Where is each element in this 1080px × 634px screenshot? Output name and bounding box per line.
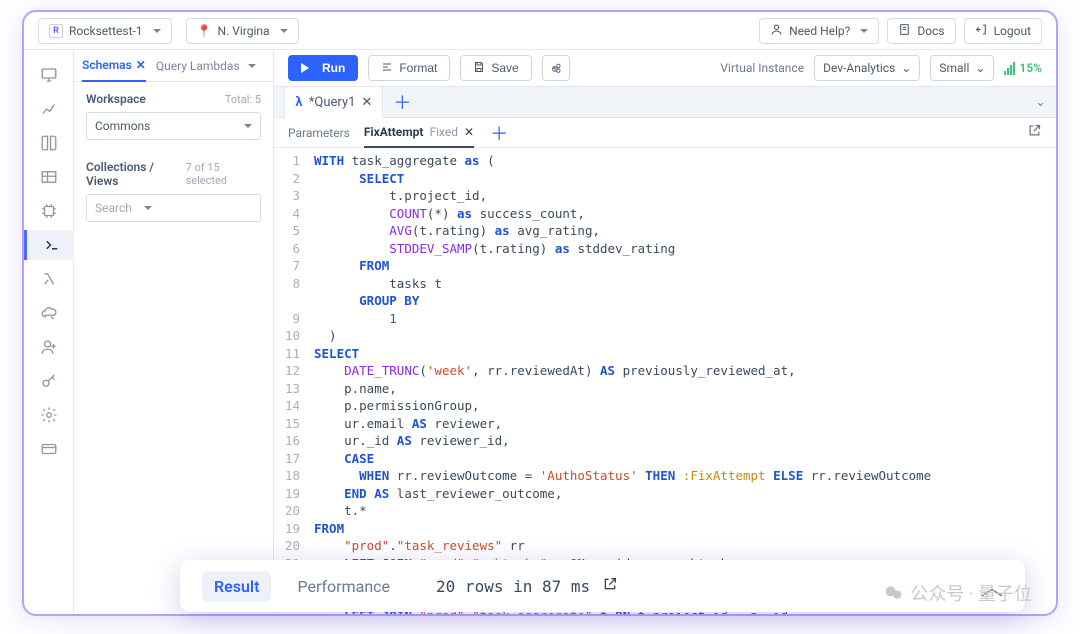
usage-indicator: 15%	[1004, 61, 1042, 75]
docs-label: Docs	[917, 24, 944, 38]
rail-billing-icon[interactable]	[34, 434, 64, 464]
rail-terminal-icon[interactable]	[24, 230, 74, 260]
rail-monitor-icon[interactable]	[34, 60, 64, 90]
rail-cpu-icon[interactable]	[34, 196, 64, 226]
search-placeholder: Search	[95, 201, 132, 215]
share-button[interactable]	[542, 55, 570, 81]
region-selector[interactable]: 📍 N. Virgina	[186, 18, 299, 44]
signal-icon	[1004, 62, 1015, 75]
workspace-value: Commons	[95, 119, 150, 133]
save-label: Save	[491, 61, 518, 75]
format-button[interactable]: Format	[368, 55, 450, 81]
region-name: N. Virgina	[218, 24, 270, 38]
chevron-down-icon: ⌄	[901, 61, 911, 75]
topbar: R Rocksettest-1 📍 N. Virgina Need Help? …	[24, 12, 1056, 50]
result-bar: Result Performance 20 rows in 87 ms ︿	[180, 560, 1025, 612]
rail-cloud-icon[interactable]	[34, 298, 64, 328]
close-icon[interactable]: ✕	[464, 125, 474, 139]
params-tab-parameters[interactable]: Parameters	[288, 118, 350, 148]
external-link-icon[interactable]	[1027, 123, 1042, 142]
vi-label: Virtual Instance	[720, 61, 804, 75]
save-button[interactable]: Save	[460, 55, 531, 81]
rail-table-icon[interactable]	[34, 162, 64, 192]
org-selector[interactable]: R Rocksettest-1	[38, 18, 172, 44]
rail-book-icon[interactable]	[34, 128, 64, 158]
help-button[interactable]: Need Help?	[759, 18, 879, 44]
help-label: Need Help?	[789, 24, 850, 38]
org-name: Rocksettest-1	[69, 24, 143, 38]
collapse-tabs-icon[interactable]: ⌄	[1035, 95, 1046, 110]
docs-button[interactable]: Docs	[887, 18, 955, 44]
usage-value: 15%	[1019, 61, 1042, 75]
external-link-icon[interactable]	[602, 576, 618, 596]
sql-editor[interactable]: WITH task_aggregate as ( SELECT t.projec…	[308, 148, 1056, 614]
workspace-label: Workspace	[86, 92, 146, 106]
rail-chart-icon[interactable]	[34, 94, 64, 124]
app-frame: R Rocksettest-1 📍 N. Virgina Need Help? …	[22, 10, 1058, 616]
collections-label: Collections / Views	[86, 160, 186, 188]
vi-select[interactable]: Dev-Analytics ⌄	[814, 55, 920, 81]
expand-up-icon[interactable]: ︿	[981, 570, 1003, 602]
logout-icon	[975, 23, 988, 39]
size-select[interactable]: Small ⌄	[930, 55, 994, 81]
sidebar-tab-lambdas[interactable]: Query Lambdas	[156, 50, 256, 82]
editor-pane: Run Format Save Virtual Instance Dev-Ana…	[274, 50, 1056, 614]
save-icon	[473, 61, 485, 76]
format-label: Format	[399, 61, 437, 75]
run-label: Run	[322, 61, 345, 75]
params-tab-fixattempt[interactable]: FixAttempt Fixed ✕	[364, 118, 474, 148]
workspace-select[interactable]: Commons	[86, 112, 261, 140]
result-info: 20 rows in 87 ms	[436, 577, 590, 596]
nav-rail	[24, 50, 74, 614]
add-parameter[interactable]: ＋	[488, 122, 510, 144]
logout-label: Logout	[994, 24, 1031, 38]
sidebar-tab-schemas[interactable]: Schemas ✕	[82, 50, 146, 82]
close-icon[interactable]: ✕	[361, 95, 372, 110]
chevron-down-icon: ⌄	[975, 61, 985, 75]
lambdas-tab-label: Query Lambdas	[156, 59, 240, 73]
query-tab-label: *Query1	[309, 95, 356, 110]
rail-key-icon[interactable]	[34, 366, 64, 396]
workspace-count: Total: 5	[225, 93, 261, 106]
share-icon	[549, 61, 563, 75]
collections-search[interactable]: Search	[86, 194, 261, 222]
schemas-tab-label: Schemas	[82, 58, 132, 72]
rail-lambda-icon[interactable]	[34, 264, 64, 294]
lambda-icon: λ	[295, 95, 303, 110]
rail-settings-icon[interactable]	[34, 400, 64, 430]
collections-count: 7 of 15 selected	[186, 161, 261, 187]
run-button[interactable]: Run	[288, 55, 358, 81]
query-tab[interactable]: λ *Query1 ✕	[284, 86, 383, 118]
help-icon	[770, 23, 783, 39]
add-query-tab[interactable]: ＋	[391, 91, 413, 113]
size-value: Small	[939, 61, 969, 75]
org-logo-icon: R	[49, 24, 63, 38]
line-gutter: 12345678 9101112131415161718192019202122…	[274, 148, 308, 614]
docs-icon	[898, 23, 911, 39]
result-tab[interactable]: Result	[202, 571, 271, 602]
performance-tab[interactable]: Performance	[297, 577, 390, 596]
region-pin-icon: 📍	[197, 24, 212, 38]
close-icon[interactable]: ✕	[136, 58, 146, 72]
rail-user-add-icon[interactable]	[34, 332, 64, 362]
schema-sidebar: Schemas ✕ Query Lambdas Workspace Total:…	[74, 50, 274, 614]
vi-value: Dev-Analytics	[823, 61, 895, 75]
logout-button[interactable]: Logout	[964, 18, 1042, 44]
format-icon	[381, 61, 393, 76]
